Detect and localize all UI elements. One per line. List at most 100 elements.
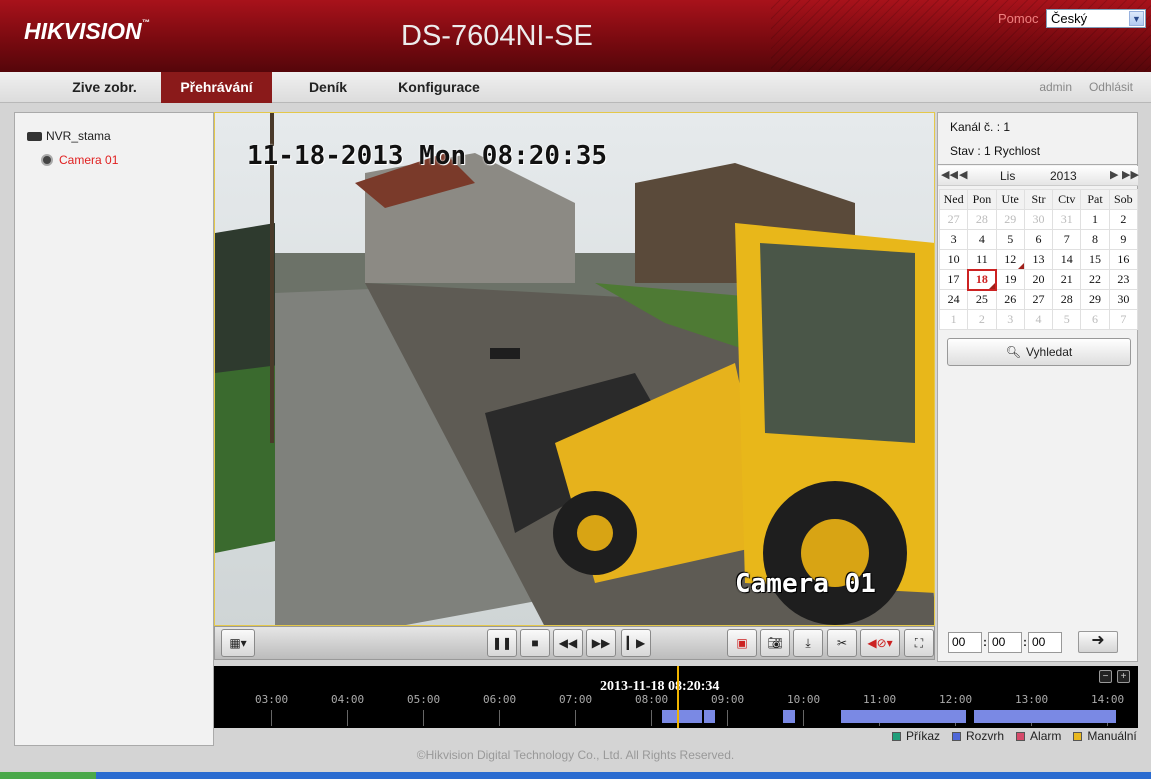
calendar-day[interactable]: 19	[995, 269, 1025, 290]
weekday-header: Ned	[938, 189, 969, 210]
calendar-day[interactable]: 16	[1108, 249, 1139, 270]
calendar-day[interactable]: 5	[1052, 309, 1082, 330]
search-button[interactable]: 🔍︎ Vyhledat	[947, 338, 1131, 366]
timeline-hour-label: 09:00	[711, 693, 745, 706]
tree-root-nvr[interactable]: NVR_stama	[27, 129, 111, 143]
calendar-day[interactable]: 30	[1108, 289, 1139, 310]
rewind-button[interactable]: ◀◀	[553, 629, 583, 657]
calendar-day[interactable]: 30	[1023, 209, 1054, 230]
timeline-legend: Příkaz Rozvrh Alarm Manuální	[880, 728, 1137, 744]
timeline-bar[interactable]: 2013-11-18 08:20:34 − + 03:00 04:00 05:00 0…	[214, 666, 1138, 728]
weekday-header: Ctv	[1052, 189, 1082, 210]
calendar-day[interactable]: 24	[938, 289, 969, 310]
playback-side-panel: Kanál č. : 1 Stav : 1 Rychlost ◀◀ ◀ Lis …	[937, 112, 1139, 662]
calendar-day[interactable]: 1	[1080, 209, 1110, 230]
calendar-day[interactable]: 23	[1108, 269, 1139, 290]
arrow-right-icon: ➜	[1091, 632, 1105, 649]
calendar-day[interactable]: 28	[1052, 289, 1082, 310]
frame-step-icon: ▎▶	[626, 636, 646, 650]
hour-input[interactable]: 00	[948, 631, 982, 653]
calendar-day[interactable]: 4	[967, 229, 997, 250]
calendar-day[interactable]: 22	[1080, 269, 1110, 290]
minute-input[interactable]: 00	[988, 631, 1022, 653]
nvr-icon	[27, 131, 42, 141]
logout-link[interactable]: Odhlásit	[1089, 80, 1133, 94]
stop-button[interactable]: ■	[520, 629, 550, 657]
calendar-day[interactable]: 2	[1108, 209, 1139, 230]
calendar-day[interactable]: 1	[938, 309, 969, 330]
rewind-icon: ◀◀	[558, 636, 578, 650]
frame-step-button[interactable]: ▎▶	[621, 629, 651, 657]
calendar-day[interactable]: 4	[1023, 309, 1054, 330]
timeline-tick	[423, 710, 424, 726]
clip-button[interactable]: ✂	[827, 629, 857, 657]
stop-all-button[interactable]: ▣	[727, 629, 757, 657]
fullscreen-button[interactable]: ⛶	[904, 629, 934, 657]
calendar-day[interactable]: 13	[1023, 249, 1054, 270]
next-month-icon[interactable]: ▶	[1110, 168, 1118, 181]
chevron-down-icon[interactable]: ▼	[1129, 11, 1144, 26]
snapshot-button[interactable]: 📷︎	[760, 629, 790, 657]
calendar-day[interactable]: 3	[938, 229, 969, 250]
calendar-day[interactable]: 29	[995, 209, 1025, 230]
calendar-grid: Ned Pon Ute Str Ctv Pat Sob 27 28 29 30 31 1 2 3 4 5 6 7 8…	[938, 189, 1139, 330]
calendar-day[interactable]: 29	[1080, 289, 1110, 310]
calendar-day[interactable]: 27	[938, 209, 969, 230]
fullscreen-icon: ⛶	[914, 635, 924, 650]
tab-configuration[interactable]: Konfigurace	[380, 72, 498, 103]
brand-logo: HIKVISION™	[24, 18, 150, 44]
calendar-day[interactable]: 27	[1023, 289, 1054, 310]
calendar-day[interactable]: 15	[1080, 249, 1110, 270]
calendar-day[interactable]: 7	[1052, 229, 1082, 250]
second-input[interactable]: 00	[1028, 631, 1062, 653]
video-player[interactable]: 11-18-2013 Mon 08:20:35 Camera 01	[214, 112, 935, 626]
calendar-day[interactable]: 9	[1108, 229, 1139, 250]
weekday-header: Pon	[967, 189, 997, 210]
fast-forward-icon: ▶▶	[591, 636, 611, 650]
help-link[interactable]: Pomoc	[998, 11, 1038, 26]
timeline-hour-label: 04:00	[331, 693, 365, 706]
timeline-tick	[271, 710, 272, 726]
next-year-icon[interactable]: ▶▶	[1122, 168, 1139, 181]
tab-playback[interactable]: Přehrávání	[161, 72, 272, 103]
calendar-day[interactable]: 20	[1023, 269, 1054, 290]
calendar-day[interactable]: 25	[967, 289, 997, 310]
legend-item: Alarm	[1016, 729, 1061, 743]
calendar-day[interactable]: 28	[967, 209, 997, 230]
audio-button[interactable]: ◀⊘▾	[860, 629, 900, 657]
calendar-day[interactable]: 7	[1108, 309, 1139, 330]
calendar-day[interactable]: 31	[1052, 209, 1082, 230]
calendar-day[interactable]: 12	[995, 249, 1025, 270]
tree-item-camera[interactable]: Camera 01	[41, 153, 118, 167]
tab-log[interactable]: Deník	[290, 72, 366, 103]
calendar-day[interactable]: 14	[1052, 249, 1082, 270]
calendar-day[interactable]: 10	[938, 249, 969, 270]
tree-camera-label: Camera 01	[59, 153, 119, 167]
timeline-cursor[interactable]	[677, 666, 679, 728]
fast-forward-button[interactable]: ▶▶	[586, 629, 616, 657]
calendar-day[interactable]: 26	[995, 289, 1025, 310]
zoom-in-icon[interactable]: +	[1117, 670, 1130, 683]
timeline-tick	[651, 710, 652, 726]
calendar-day[interactable]: 8	[1080, 229, 1110, 250]
playback-toolbar: ▦▾ ❚❚ ■ ◀◀ ▶▶ ▎▶ ▣ 📷︎ ⤓ ✂ ◀⊘▾ ⛶	[214, 626, 935, 660]
prev-month-icon[interactable]: ◀	[959, 168, 967, 181]
calendar-day[interactable]: 21	[1052, 269, 1082, 290]
calendar-day[interactable]: 6	[1080, 309, 1110, 330]
download-button[interactable]: ⤓	[793, 629, 823, 657]
calendar-day[interactable]: 5	[995, 229, 1025, 250]
calendar-day[interactable]: 2	[967, 309, 997, 330]
prev-year-icon[interactable]: ◀◀	[941, 168, 958, 181]
tab-live-view[interactable]: Zive zobr.	[52, 72, 157, 103]
pause-button[interactable]: ❚❚	[487, 629, 517, 657]
calendar-day[interactable]: 18	[966, 268, 998, 291]
zoom-out-icon[interactable]: −	[1099, 670, 1112, 683]
language-select[interactable]: Český ▼	[1046, 9, 1146, 28]
calendar-day[interactable]: 17	[938, 269, 969, 290]
layout-button[interactable]: ▦▾	[221, 629, 255, 657]
timeline-hour-label: 07:00	[559, 693, 593, 706]
go-button[interactable]: ➜	[1078, 631, 1118, 653]
calendar-day[interactable]: 11	[967, 249, 997, 270]
calendar-day[interactable]: 3	[995, 309, 1025, 330]
calendar-day[interactable]: 6	[1023, 229, 1054, 250]
